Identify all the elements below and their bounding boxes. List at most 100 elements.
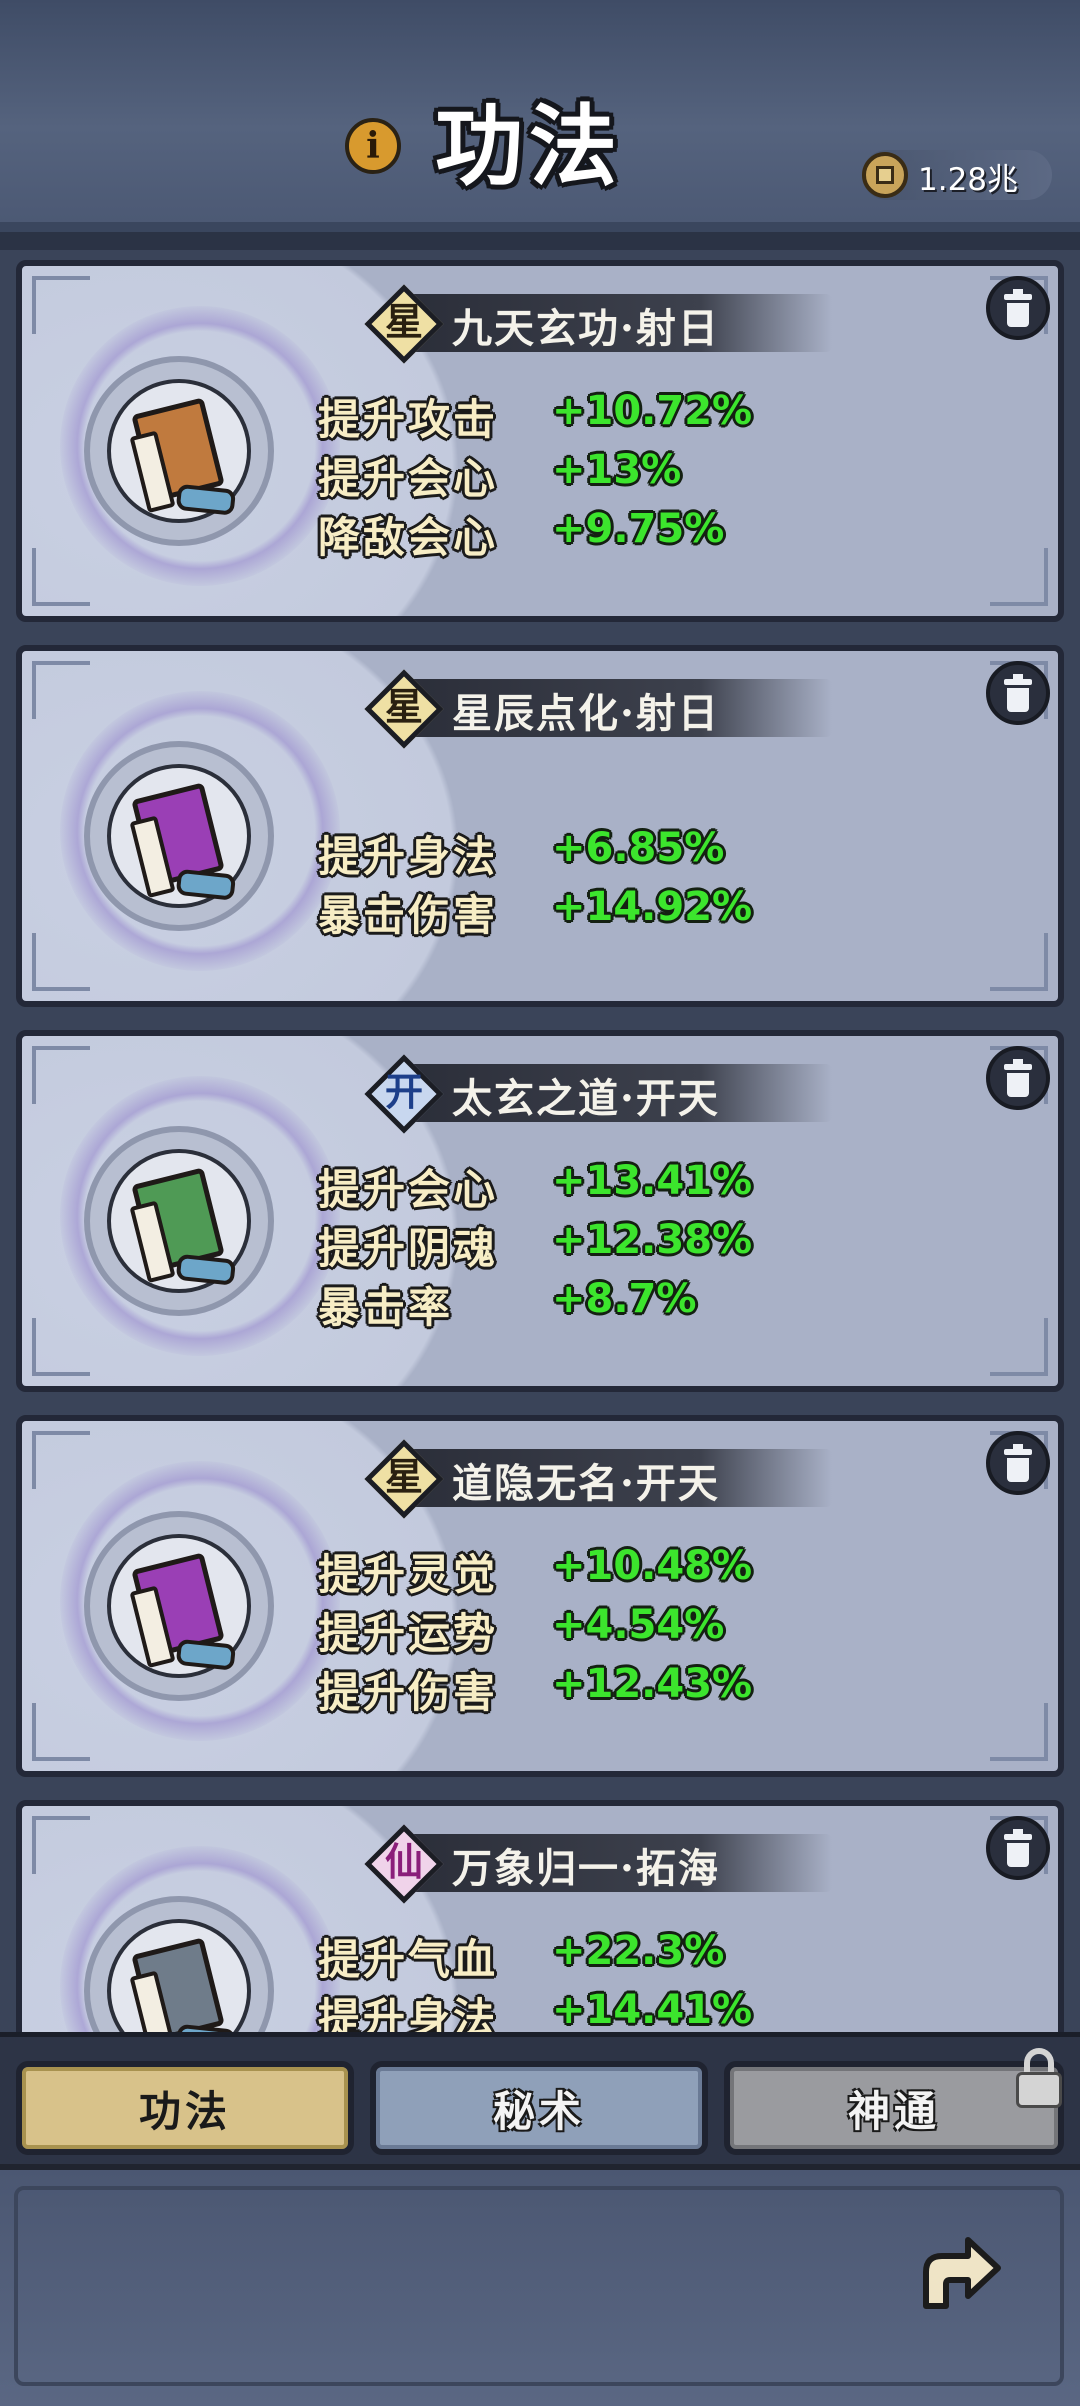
skill-book-frame[interactable] — [84, 1126, 274, 1316]
grade-label: 开 — [384, 1069, 423, 1114]
grade-label: 仙 — [384, 1839, 423, 1884]
stat-row: 提升阴魂 +12.38% — [318, 1215, 878, 1274]
skill-name: 太玄之道·开天 — [452, 1075, 720, 1122]
trash-icon — [1004, 1829, 1032, 1840]
delete-button[interactable] — [986, 1431, 1050, 1495]
stat-value: +13.41% — [552, 1158, 753, 1204]
stat-value: +10.72% — [552, 388, 753, 434]
stat-row: 暴击率 +8.7% — [318, 1274, 878, 1333]
trash-icon — [1004, 1059, 1032, 1070]
stat-list: 提升气血 +22.3% 提升身法 +14.41% — [318, 1926, 878, 2032]
stat-value: +14.41% — [552, 1987, 753, 2032]
skill-card[interactable]: 星 九天玄功·射日 提升攻击 +10.72% 提升会心 +13% 降敌会心 +9… — [16, 260, 1064, 622]
grade-badge: 星 — [364, 669, 444, 749]
skill-card[interactable]: 开 太玄之道·开天 提升会心 +13.41% 提升阴魂 +12.38% 暴击率 … — [16, 1030, 1064, 1392]
delete-button[interactable] — [986, 1046, 1050, 1110]
stat-value: +4.54% — [552, 1602, 725, 1648]
currency-display: 1.28兆 — [862, 150, 1052, 200]
grade-label: 星 — [384, 1454, 423, 1499]
skill-name: 万象归一·拓海 — [452, 1845, 720, 1892]
stat-label: 提升运势 — [318, 1609, 499, 1658]
stat-row: 暴击伤害 +14.92% — [318, 882, 878, 941]
stat-row: 提升身法 +6.85% — [318, 823, 878, 882]
stat-value: +9.75% — [552, 506, 725, 552]
card-corner-ornament — [990, 1318, 1048, 1376]
delete-button[interactable] — [986, 661, 1050, 725]
stat-value: +14.92% — [552, 884, 753, 930]
card-corner-ornament — [32, 548, 90, 606]
skill-card[interactable]: 星 道隐无名·开天 提升灵觉 +10.48% 提升运势 +4.54% 提升伤害 … — [16, 1415, 1064, 1777]
skill-book-frame[interactable] — [84, 356, 274, 546]
card-corner-ornament — [32, 1046, 90, 1104]
tab-gongfa[interactable]: 功法 — [16, 2061, 354, 2155]
card-corner-ornament — [32, 276, 90, 334]
tab-label: 神通 — [847, 2086, 940, 2136]
trash-icon — [1004, 674, 1032, 685]
grade-label: 星 — [384, 299, 423, 344]
grade-badge: 开 — [364, 1054, 444, 1134]
page-title: 功法 — [435, 94, 624, 198]
book-icon — [131, 397, 225, 503]
book-icon — [131, 1552, 225, 1658]
delete-button[interactable] — [986, 276, 1050, 340]
card-corner-ornament — [32, 661, 90, 719]
tab-label: 功法 — [138, 2086, 231, 2136]
tab-mishu[interactable]: 秘术 — [370, 2061, 708, 2155]
stat-label: 提升气血 — [318, 1935, 499, 1984]
stat-label: 提升伤害 — [318, 1668, 499, 1717]
back-button[interactable] — [900, 2212, 1020, 2332]
book-icon — [131, 782, 225, 888]
stat-value: +8.7% — [552, 1276, 697, 1322]
card-corner-ornament — [32, 933, 90, 991]
skill-name: 九天玄功·射日 — [452, 305, 720, 352]
stat-row: 提升运势 +4.54% — [318, 1600, 878, 1659]
stat-label: 提升身法 — [318, 832, 499, 881]
stat-row: 提升身法 +14.41% — [318, 1985, 878, 2032]
card-corner-ornament — [32, 1703, 90, 1761]
grade-badge: 星 — [364, 1439, 444, 1519]
stat-value: +12.38% — [552, 1217, 753, 1263]
stat-label: 提升身法 — [318, 1994, 499, 2032]
card-corner-ornament — [32, 1318, 90, 1376]
stat-label: 暴击率 — [318, 1283, 454, 1332]
stat-label: 提升阴魂 — [318, 1224, 499, 1273]
skill-card[interactable]: 仙 万象归一·拓海 提升气血 +22.3% 提升身法 +14.41% — [16, 1800, 1064, 2032]
lock-icon — [1012, 2048, 1066, 2108]
card-corner-ornament — [32, 1431, 90, 1489]
card-corner-ornament — [990, 933, 1048, 991]
coin-icon — [862, 152, 908, 198]
stat-list: 提升攻击 +10.72% 提升会心 +13% 降敌会心 +9.75% — [318, 386, 878, 563]
tab-label: 秘术 — [492, 2086, 585, 2136]
stat-label: 提升灵觉 — [318, 1550, 499, 1599]
stat-list: 提升灵觉 +10.48% 提升运势 +4.54% 提升伤害 +12.43% — [318, 1541, 878, 1718]
stat-row: 提升伤害 +12.43% — [318, 1659, 878, 1718]
stat-value: +10.48% — [552, 1543, 753, 1589]
stat-value: +22.3% — [552, 1928, 725, 1974]
skill-book-frame[interactable] — [84, 1511, 274, 1701]
stat-label: 降敌会心 — [318, 513, 499, 562]
skill-card[interactable]: 星 星辰点化·射日 提升身法 +6.85% 暴击伤害 +14.92% — [16, 645, 1064, 1007]
currency-value: 1.28兆 — [918, 162, 1019, 198]
skill-book-frame[interactable] — [84, 741, 274, 931]
delete-button[interactable] — [986, 1816, 1050, 1880]
info-icon[interactable]: i — [345, 118, 401, 174]
stat-label: 暴击伤害 — [318, 891, 499, 940]
skill-name: 星辰点化·射日 — [452, 690, 720, 737]
stat-row: 提升攻击 +10.72% — [318, 386, 878, 445]
stat-value: +13% — [552, 447, 682, 493]
stat-value: +6.85% — [552, 825, 725, 871]
skill-list[interactable]: 星 九天玄功·射日 提升攻击 +10.72% 提升会心 +13% 降敌会心 +9… — [0, 250, 1080, 2032]
tab-bar: 功法 秘术 神通 — [0, 2032, 1080, 2169]
stat-label: 提升攻击 — [318, 395, 499, 444]
stat-row: 提升灵觉 +10.48% — [318, 1541, 878, 1600]
grade-label: 星 — [384, 684, 423, 729]
card-corner-ornament — [32, 1816, 90, 1874]
stat-list: 提升身法 +6.85% 暴击伤害 +14.92% — [318, 823, 878, 941]
stat-list: 提升会心 +13.41% 提升阴魂 +12.38% 暴击率 +8.7% — [318, 1156, 878, 1333]
trash-icon — [1004, 1444, 1032, 1455]
stat-row: 提升会心 +13.41% — [318, 1156, 878, 1215]
stat-label: 提升会心 — [318, 454, 499, 503]
stat-label: 提升会心 — [318, 1165, 499, 1214]
grade-badge: 仙 — [364, 1824, 444, 1904]
stat-row: 提升气血 +22.3% — [318, 1926, 878, 1985]
